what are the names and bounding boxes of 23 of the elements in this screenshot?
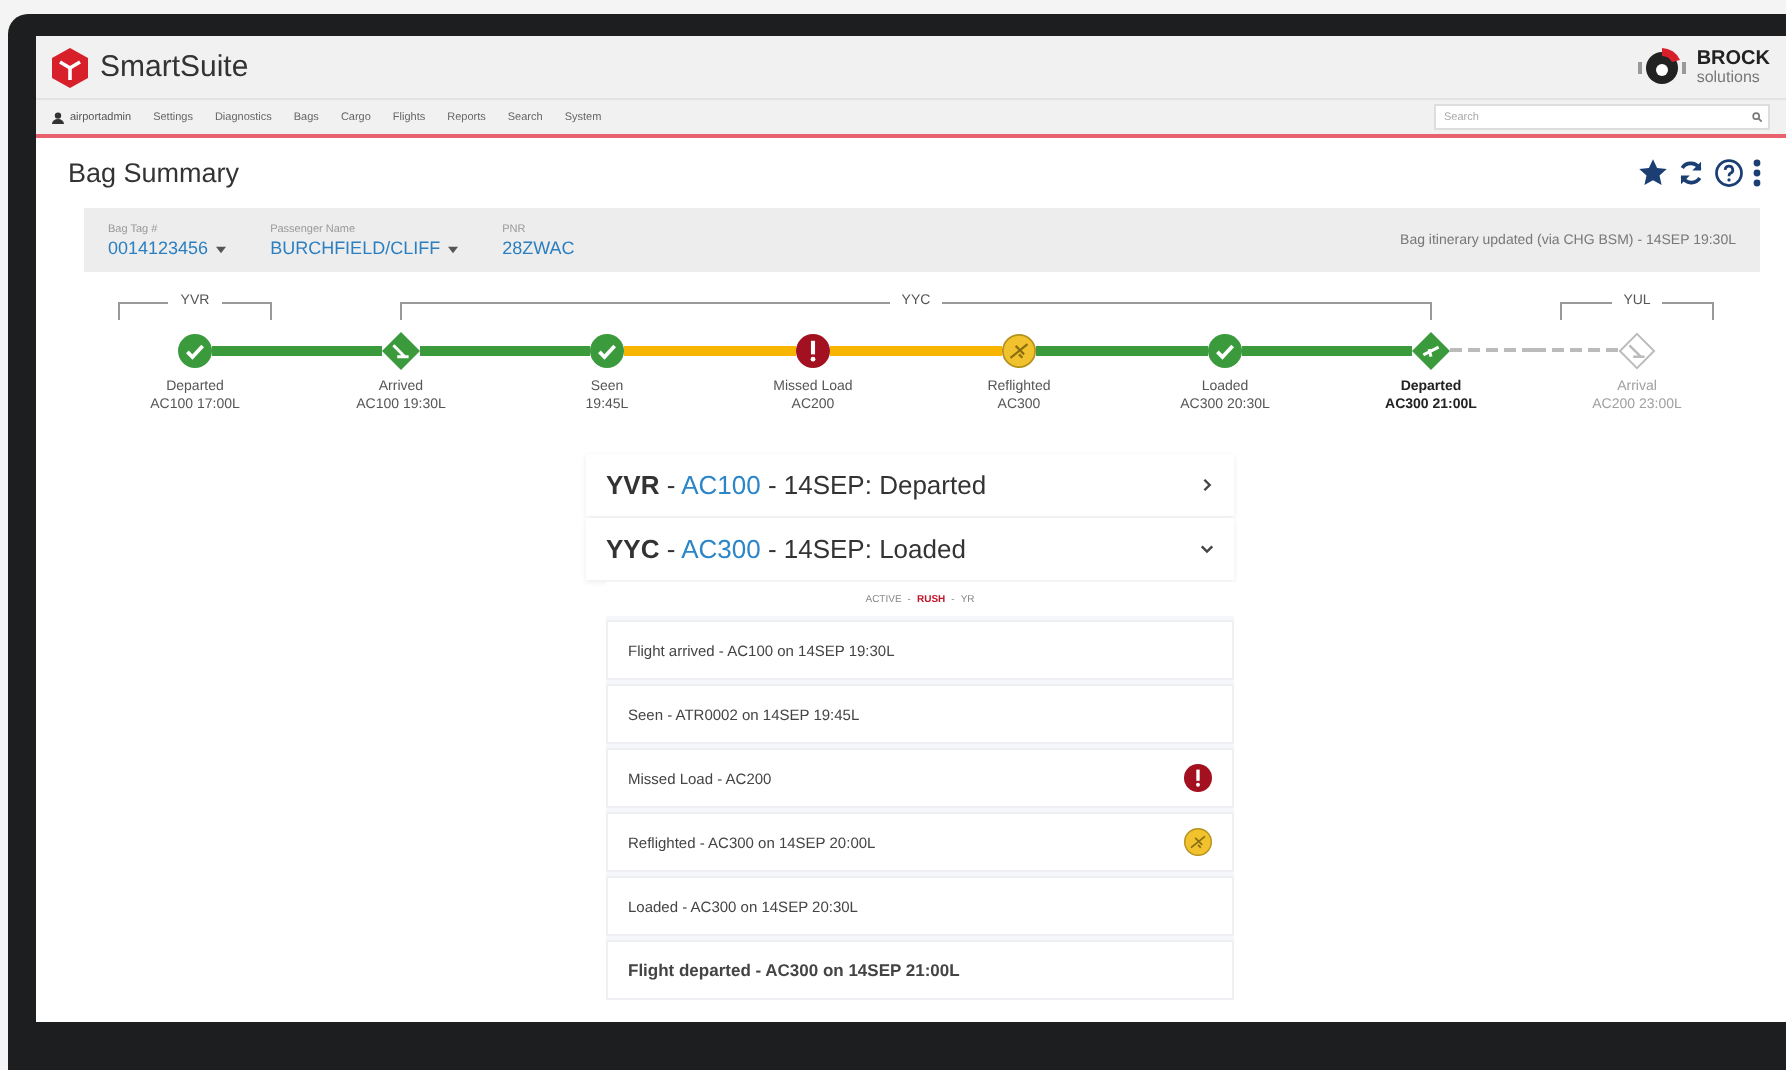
bracket-line [1662, 302, 1714, 320]
cube-logo-icon [52, 47, 88, 87]
app-name: SmartSuite [100, 50, 249, 84]
page-title: Bag Summary [68, 158, 240, 188]
field-dropdown[interactable]: 0014123456 [108, 237, 227, 257]
field-value: 28ZWAC [502, 237, 575, 257]
more-icon[interactable] [1752, 158, 1762, 188]
star-icon[interactable] [1638, 158, 1668, 188]
field-dropdown[interactable]: BURCHFIELD/CLIFF [270, 237, 459, 257]
bracket-line [221, 302, 272, 320]
event-text: Flight departed - AC300 on 14SEP 21:00L [628, 960, 960, 981]
brand-name: BROCK [1696, 49, 1770, 69]
user-icon [52, 111, 64, 123]
bracket-line [118, 302, 169, 320]
caret-icon [448, 245, 459, 253]
leg-header[interactable]: YVR - AC100 - 14SEP: Departed [586, 454, 1234, 517]
brand-tagline: solutions [1696, 69, 1762, 85]
help-icon[interactable] [1714, 158, 1744, 188]
search-icon [1752, 112, 1762, 122]
leg-header[interactable]: YYC - AC300 - 14SEP: Loaded [586, 518, 1234, 581]
caret-icon [216, 245, 227, 253]
bracket-line [1560, 302, 1612, 320]
refresh-icon[interactable] [1676, 158, 1706, 188]
